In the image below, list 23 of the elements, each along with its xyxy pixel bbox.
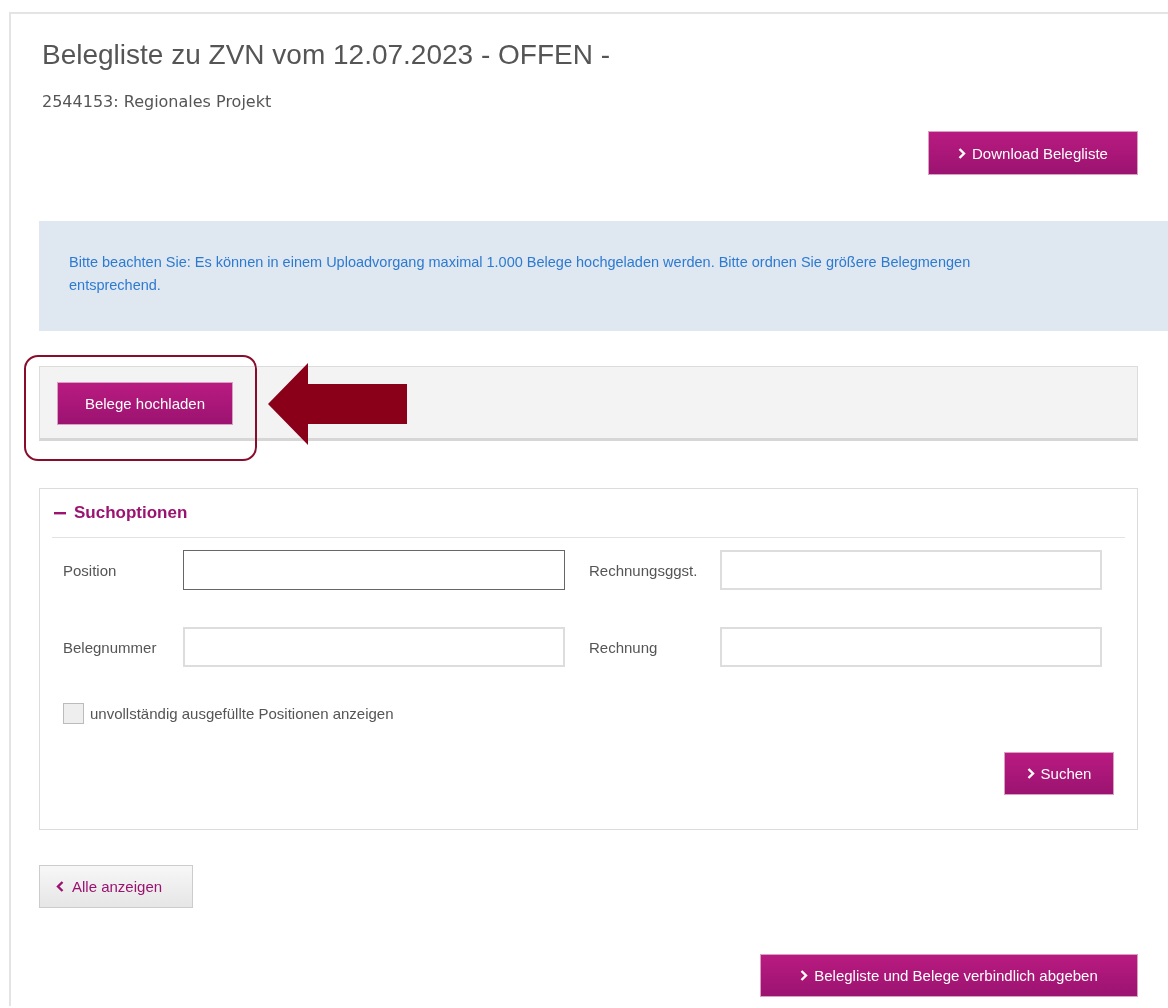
chevron-right-icon xyxy=(958,147,967,159)
upload-button[interactable]: Belege hochladen xyxy=(57,382,233,425)
checkbox[interactable] xyxy=(63,703,84,724)
minus-icon xyxy=(54,511,66,515)
show-all-button[interactable]: Alle anzeigen xyxy=(39,865,193,908)
page-title: Belegliste zu ZVN vom 12.07.2023 - OFFEN - xyxy=(42,38,611,72)
panel-header[interactable]: Suchoptionen xyxy=(52,489,1125,538)
input-field[interactable] xyxy=(183,550,565,590)
submit-button[interactable]: Belegliste und Belege verbindlich abgeben xyxy=(760,954,1138,997)
download-button[interactable]: Download Belegliste xyxy=(928,131,1138,175)
field-label: Belegnummer xyxy=(63,638,158,656)
chevron-left-icon xyxy=(56,881,64,892)
project-subtitle: 2544153: Regionales Projekt xyxy=(42,92,273,111)
field-label: Position xyxy=(63,561,118,579)
field-label: Rechnung xyxy=(589,638,659,656)
field-label: Rechnungsggst. xyxy=(589,561,699,579)
panel-title: Suchoptionen xyxy=(74,503,188,523)
chevron-right-icon xyxy=(800,970,809,981)
info-notice: Bitte beachten Sie: Es können in einem Uploadvorgang maximal 1.000 Belege hochgeladen werden. Bitte ordnen Sie größere Belegmengen entsprechend. xyxy=(39,221,1168,331)
search-button[interactable]: Suchen xyxy=(1004,752,1114,795)
chevron-right-icon xyxy=(1026,768,1035,779)
arrow-left-icon xyxy=(268,363,408,445)
checkbox-label: unvollständig ausgefüllte Positionen anzeigen xyxy=(90,705,394,722)
